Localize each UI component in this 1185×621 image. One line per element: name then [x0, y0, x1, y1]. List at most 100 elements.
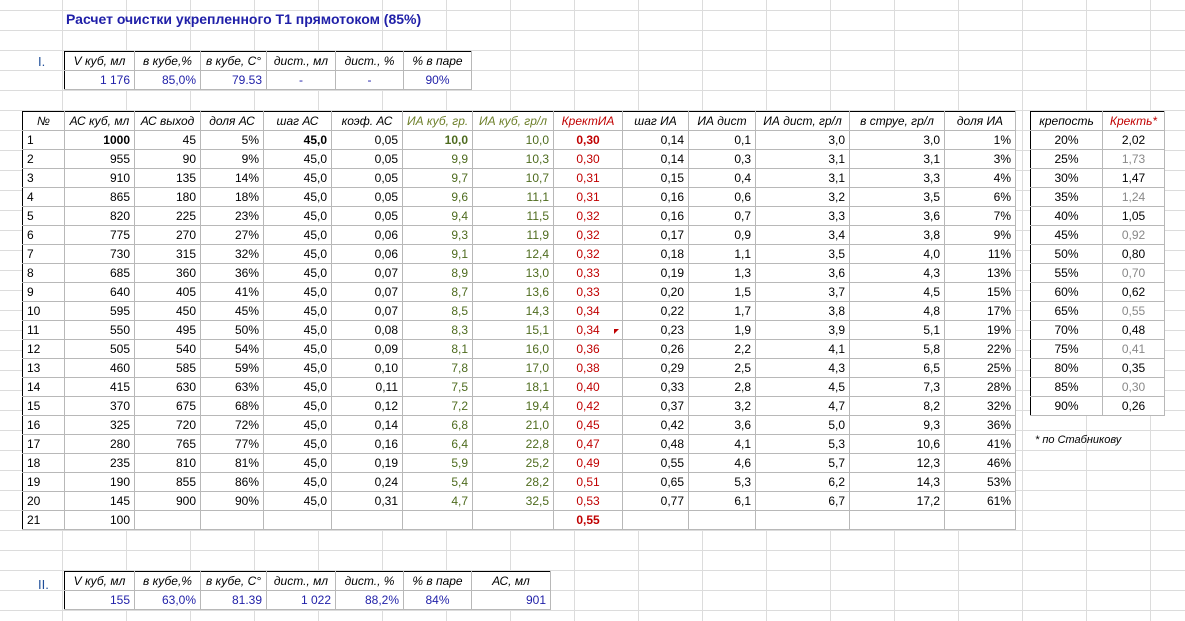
- main-table-cell[interactable]: 15,1: [472, 320, 554, 340]
- main-table-cell[interactable]: 14,3: [472, 301, 554, 321]
- main-table-cell[interactable]: 90: [134, 149, 201, 169]
- main-table-cell[interactable]: 640: [64, 282, 135, 302]
- reference-table-cell[interactable]: 0,92: [1102, 225, 1165, 245]
- main-table-cell[interactable]: 7,8: [402, 358, 473, 378]
- main-table-cell[interactable]: 0,31: [331, 491, 403, 511]
- main-table-cell[interactable]: 23%: [200, 206, 264, 226]
- main-header-cell[interactable]: ИА куб, гр.: [402, 111, 473, 131]
- main-table-cell[interactable]: 17,0: [472, 358, 554, 378]
- main-header-cell[interactable]: КректИА: [553, 111, 623, 131]
- main-header-cell[interactable]: АС выход: [134, 111, 201, 131]
- main-table-cell[interactable]: 4,6: [688, 453, 756, 473]
- reference-table-cell[interactable]: 40%: [1030, 206, 1103, 226]
- main-table-cell[interactable]: 0,65: [622, 472, 689, 492]
- main-header-cell[interactable]: шаг АС: [263, 111, 332, 131]
- main-table-cell[interactable]: 135: [134, 168, 201, 188]
- main-table-cell[interactable]: 0,31: [553, 168, 623, 188]
- section-2-value-cell[interactable]: 84%: [403, 590, 472, 610]
- main-table-cell[interactable]: 0,55: [622, 453, 689, 473]
- main-table-cell[interactable]: 18: [22, 453, 65, 473]
- main-table-cell[interactable]: 5,3: [755, 434, 850, 454]
- main-table-cell[interactable]: 0,14: [622, 130, 689, 150]
- main-table-cell[interactable]: 81%: [200, 453, 264, 473]
- main-table-cell[interactable]: 4,5: [755, 377, 850, 397]
- main-table-cell[interactable]: 77%: [200, 434, 264, 454]
- main-table-cell[interactable]: 45,0: [263, 434, 332, 454]
- main-table-cell[interactable]: 6,1: [688, 491, 756, 511]
- main-table-cell[interactable]: 10: [22, 301, 65, 321]
- section-1-header-cell[interactable]: % в паре: [403, 51, 472, 71]
- section-2-value-cell[interactable]: 901: [471, 590, 551, 610]
- main-table-cell[interactable]: 45,0: [263, 282, 332, 302]
- main-header-cell[interactable]: ИА дист, гр/л: [755, 111, 850, 131]
- main-table-cell[interactable]: 235: [64, 453, 135, 473]
- main-table-cell[interactable]: 46%: [944, 453, 1016, 473]
- main-table-cell[interactable]: 41%: [944, 434, 1016, 454]
- main-table-cell[interactable]: 5,1: [849, 320, 945, 340]
- reference-table-cell[interactable]: 25%: [1030, 149, 1103, 169]
- main-table-cell[interactable]: 6%: [944, 187, 1016, 207]
- main-table-cell[interactable]: 14: [22, 377, 65, 397]
- main-table-cell[interactable]: 72%: [200, 415, 264, 435]
- main-table-cell[interactable]: 585: [134, 358, 201, 378]
- main-table-cell[interactable]: 0,23: [622, 320, 689, 340]
- main-header-cell[interactable]: в струе, гр/л: [849, 111, 945, 131]
- main-table-cell[interactable]: 32,5: [472, 491, 554, 511]
- main-table-cell[interactable]: 3,4: [755, 225, 850, 245]
- main-table-cell[interactable]: 0,14: [622, 149, 689, 169]
- main-table-cell[interactable]: 12,3: [849, 453, 945, 473]
- main-table-cell[interactable]: 900: [134, 491, 201, 511]
- section-2-value-cell[interactable]: 155: [64, 590, 135, 610]
- main-table-cell[interactable]: 11,5: [472, 206, 554, 226]
- main-table-cell[interactable]: 45,0: [263, 301, 332, 321]
- main-table-cell[interactable]: 54%: [200, 339, 264, 359]
- main-header-cell[interactable]: ИА дист: [688, 111, 756, 131]
- reference-table-cell[interactable]: 0,30: [1102, 377, 1165, 397]
- main-table-cell[interactable]: 0,22: [622, 301, 689, 321]
- main-table-cell[interactable]: 4: [22, 187, 65, 207]
- main-table-cell[interactable]: 45,0: [263, 225, 332, 245]
- main-table-cell[interactable]: 16,0: [472, 339, 554, 359]
- section-1-value-cell[interactable]: 85,0%: [134, 70, 201, 90]
- main-table-cell[interactable]: 28,2: [472, 472, 554, 492]
- main-table-cell[interactable]: 45,0: [263, 244, 332, 264]
- reference-table-cell[interactable]: 1,24: [1102, 187, 1165, 207]
- main-table-cell[interactable]: 0,12: [331, 396, 403, 416]
- main-table-cell[interactable]: 765: [134, 434, 201, 454]
- main-table-cell[interactable]: 370: [64, 396, 135, 416]
- reference-table-cell[interactable]: 55%: [1030, 263, 1103, 283]
- reference-table-cell[interactable]: 20%: [1030, 130, 1103, 150]
- main-table-cell[interactable]: 8,5: [402, 301, 473, 321]
- main-table-cell[interactable]: 0,05: [331, 187, 403, 207]
- main-table-cell[interactable]: 0,49: [553, 453, 623, 473]
- main-table-cell[interactable]: 4,7: [402, 491, 473, 511]
- reference-table-cell[interactable]: 0,26: [1102, 396, 1165, 416]
- main-table-cell[interactable]: 0,48: [622, 434, 689, 454]
- main-table-cell[interactable]: 13%: [944, 263, 1016, 283]
- reference-table-cell[interactable]: 1,47: [1102, 168, 1165, 188]
- main-table-cell[interactable]: 0,1: [688, 130, 756, 150]
- main-table-cell[interactable]: 20: [22, 491, 65, 511]
- main-table-cell[interactable]: 3,7: [755, 282, 850, 302]
- main-table-cell[interactable]: 0,16: [622, 187, 689, 207]
- reference-table-cell[interactable]: 1,73: [1102, 149, 1165, 169]
- main-header-cell[interactable]: коэф. АС: [331, 111, 403, 131]
- main-table-cell[interactable]: 0,24: [331, 472, 403, 492]
- main-table-cell[interactable]: 0,34: [553, 301, 623, 321]
- main-table-cell[interactable]: [134, 510, 201, 530]
- main-table-cell[interactable]: 0,37: [622, 396, 689, 416]
- main-table-cell[interactable]: 145: [64, 491, 135, 511]
- section-2-value-cell[interactable]: 1 022: [266, 590, 336, 610]
- main-table-cell[interactable]: 17: [22, 434, 65, 454]
- main-table-cell[interactable]: 0,9: [688, 225, 756, 245]
- main-table-cell[interactable]: 405: [134, 282, 201, 302]
- main-header-cell[interactable]: шаг ИА: [622, 111, 689, 131]
- main-table-cell[interactable]: [944, 510, 1016, 530]
- comment-indicator-icon[interactable]: [614, 329, 619, 334]
- main-table-cell[interactable]: 495: [134, 320, 201, 340]
- main-table-cell[interactable]: 45,0: [263, 396, 332, 416]
- main-table-cell[interactable]: 8,9: [402, 263, 473, 283]
- main-table-cell[interactable]: 0,4: [688, 168, 756, 188]
- main-table-cell[interactable]: 18,1: [472, 377, 554, 397]
- main-table-cell[interactable]: 0,08: [331, 320, 403, 340]
